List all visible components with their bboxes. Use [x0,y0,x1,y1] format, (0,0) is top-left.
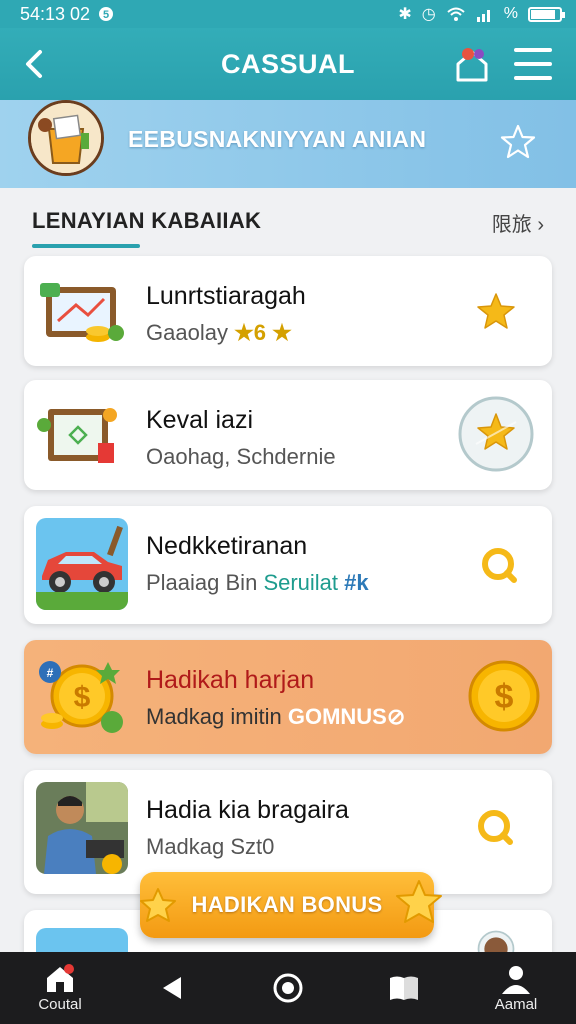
star-icon [396,880,442,923]
banner-text: EEBUSNAKNIYYAN ANIAN [128,126,427,152]
wifi-icon [447,7,465,21]
status-time: 54:13 02 [20,3,91,24]
svg-text:$: $ [495,678,514,716]
card-thumbnail [36,389,128,481]
menu-line [514,48,552,52]
nav-item-back[interactable] [122,952,222,1024]
star-badge-icon[interactable] [456,394,536,474]
back-triangle-icon [163,977,181,999]
book-icon [390,976,418,1000]
card-title: Hadia kia bragaira [146,796,349,824]
chevron-left-icon [26,50,42,78]
svg-text:$: $ [74,681,91,714]
bonus-button-label: HADIKAN BONUS [191,892,383,917]
card-thumbnail [36,782,128,874]
person-working-icon [36,782,128,874]
nav-item-library[interactable] [354,952,454,1024]
card-subtitle: Madkag Szt0 [146,834,275,859]
search-icon[interactable] [464,530,536,602]
nav-label: Aamal [494,995,538,1013]
person-icon [502,965,530,994]
percent-icon: % [503,5,518,22]
section-underline [32,244,140,248]
chalkboard-coins-icon [36,265,128,357]
star-icon[interactable] [460,276,532,348]
home-icon [47,963,74,992]
whiteboard-icon [36,389,128,481]
svg-text:5: 5 [103,9,109,21]
bottom-navigation: Coutal Aamal [0,952,576,1024]
bonus-label: GOMNUS⊘ [287,704,406,729]
nav-item-home-circle[interactable] [238,952,338,1024]
search-icon[interactable] [460,792,532,864]
car-icon [36,518,128,610]
card-thumbnail [36,265,128,357]
nav-item-profile[interactable]: Aamal [466,952,566,1024]
card-thumbnail [36,518,128,610]
house-icon [456,48,488,82]
svg-text:#: # [47,666,54,680]
see-more-link[interactable]: 限旅 › [492,208,544,237]
card-subtitle: Plaaiag Bin Seruilat #k [146,570,369,595]
avatar[interactable] [28,100,104,176]
favorite-star-icon[interactable] [498,122,538,162]
back-button[interactable] [18,46,54,82]
nav-item-home[interactable]: Coutal [10,952,110,1024]
menu-line [514,76,552,80]
page-title: CASSUAL [220,48,355,79]
star-icon [140,888,176,922]
nav-label: Coutal [38,995,82,1013]
card-subtitle: Madkag imitin GOMNUS⊘ [146,704,406,729]
bonus-button[interactable]: HADIKAN BONUS [140,872,442,938]
app-bar: CASSUAL [0,28,576,100]
home-shortcut-button[interactable] [452,44,492,84]
notification-icon: 5 [99,7,114,21]
list-item[interactable]: Nedkketiranan Plaaiag Bin Seruilat #k [24,506,552,624]
section-title: LENAYIAN KABAIIAK [32,208,262,233]
signal-icon [476,10,490,22]
circle-home-icon [273,973,303,1003]
dollar-coin-icon[interactable]: $ [464,656,544,736]
card-title: Lunrtstiaragah [146,282,306,310]
list-item-highlighted[interactable]: $ # Hadikah harjan Madkag imitin GOMNUS⊘… [24,640,552,754]
card-title: Nedkketiranan [146,532,308,560]
card-title: Hadikah harjan [146,666,315,694]
section-header: LENAYIAN KABAIIAK 限旅 › [0,200,576,248]
status-bar: 54:13 02 5 ✱ ◷ % [0,0,576,28]
alarm-icon: ◷ [421,6,436,23]
list-item[interactable]: Keval iazi Oaohag, Schdernie [24,380,552,490]
rating-badge: ★6 ★ [234,320,292,345]
profile-banner: EEBUSNAKNIYYAN ANIAN [0,100,576,188]
list-item[interactable]: Lunrtstiaragah Gaaolay ★6 ★ [24,256,552,366]
menu-line [514,62,552,66]
card-subtitle: Gaaolay ★6 ★ [146,320,292,345]
bluetooth-icon: ✱ [398,6,412,23]
battery-icon [528,6,565,22]
card-thumbnail: $ # [36,652,128,744]
card-title: Keval iazi [146,406,253,434]
coin-stack-icon: $ # [39,661,123,733]
menu-button[interactable] [514,48,552,80]
card-subtitle: Oaohag, Schdernie [146,444,336,469]
shopping-bag-avatar-icon [31,103,101,173]
